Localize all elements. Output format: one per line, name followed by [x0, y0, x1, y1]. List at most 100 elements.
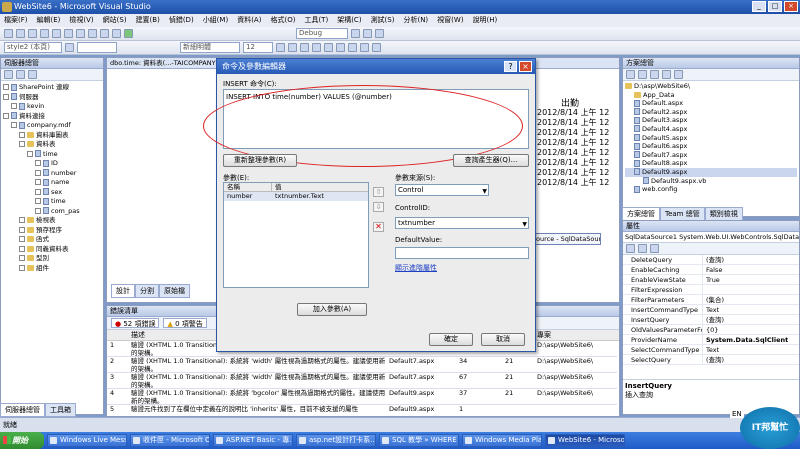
menu-item[interactable]: 視窗(W) [437, 14, 463, 27]
solution-node[interactable]: Default9.aspx [625, 167, 797, 177]
menu-item[interactable]: 格式(O) [270, 14, 295, 27]
tree-node[interactable]: 資料連接 [3, 112, 101, 122]
parameter-source-select[interactable]: Control ▼ [395, 184, 489, 196]
solution-node[interactable]: Default8.aspx [625, 159, 797, 168]
tab-design[interactable]: 設計 [111, 284, 135, 298]
property-row[interactable]: SelectQuery (查詢) [623, 355, 799, 365]
solution-node[interactable]: Default6.aspx [625, 142, 797, 151]
solution-node[interactable]: App_Data [625, 91, 797, 100]
solution-node[interactable]: Default4.aspx [625, 125, 797, 134]
solution-node[interactable]: Default5.aspx [625, 134, 797, 143]
tree-node[interactable]: 伺服器 [3, 93, 101, 103]
target-rule-icon[interactable] [65, 43, 74, 52]
tree-node[interactable]: 預存程序 [3, 226, 101, 236]
move-down-button[interactable]: ⇩ [373, 202, 384, 212]
property-value[interactable]: System.Data.SqlClient [703, 335, 788, 344]
tab-server-explorer[interactable]: 伺服器總管 [0, 403, 45, 417]
connect-database-icon[interactable] [16, 70, 25, 79]
solution-node[interactable]: Default3.aspx [625, 116, 797, 125]
taskbar-item[interactable]: asp.net設計打卡系... [296, 434, 376, 447]
errors-filter[interactable]: ● 52 項錯誤 [111, 318, 160, 328]
tree-node[interactable]: 檢視表 [3, 216, 101, 226]
property-value[interactable]: (查詢) [703, 255, 724, 264]
solution-node[interactable]: web.config [625, 185, 797, 194]
new-project-icon[interactable] [4, 29, 13, 38]
minimize-button[interactable]: _ [752, 1, 766, 12]
expand-icon[interactable] [35, 179, 41, 185]
cut-icon[interactable] [64, 29, 73, 38]
refresh-parameters-button[interactable]: 重新整理參數(R) [223, 154, 297, 167]
view-code-icon[interactable] [662, 70, 671, 79]
tree-node[interactable]: time [3, 150, 101, 160]
add-parameter-button[interactable]: 加入參數(A) [297, 303, 367, 316]
menu-item[interactable]: 檔案(F) [4, 14, 28, 27]
align-center-icon[interactable] [336, 43, 345, 52]
expand-icon[interactable] [19, 217, 25, 223]
property-value[interactable]: (查詢) [703, 315, 724, 324]
expand-icon[interactable] [27, 150, 33, 157]
tree-node[interactable]: 同義資料表 [3, 245, 101, 255]
block-format-select[interactable] [77, 42, 117, 53]
property-row[interactable]: DeleteQuery (查詢) [623, 255, 799, 265]
language-indicator[interactable]: EN [730, 410, 744, 418]
font-color-icon[interactable] [312, 43, 321, 52]
controlid-select[interactable]: txtnumber ▼ [395, 217, 529, 229]
datasource-smart-tag[interactable]: ource - SqlDataSource1 [533, 233, 601, 245]
tree-node[interactable]: 資料表 [3, 140, 101, 150]
menu-item[interactable]: 架構(C) [337, 14, 361, 27]
property-row[interactable]: FilterExpression [623, 285, 799, 295]
tab-source[interactable]: 原始檔 [159, 284, 190, 298]
parameter-row[interactable]: number txtnumber.Text [224, 192, 368, 201]
properties-icon[interactable] [626, 70, 635, 79]
property-row[interactable]: EnableCaching False [623, 265, 799, 275]
taskbar-item[interactable]: Windows Media Player [462, 434, 542, 447]
error-row[interactable]: 2 驗證 (XHTML 1.0 Transitional): 系統將 'width… [107, 357, 617, 373]
categorized-icon[interactable] [626, 244, 635, 253]
solution-node[interactable]: Default.aspx [625, 99, 797, 108]
menu-item[interactable]: 資料(A) [237, 14, 261, 27]
property-value[interactable]: True [703, 275, 720, 284]
warnings-filter[interactable]: ▲ 0 項警告 [163, 318, 207, 328]
taskbar-item[interactable]: Windows Live Messe... [47, 434, 127, 447]
property-value[interactable]: (集合) [703, 295, 724, 304]
find-icon[interactable] [351, 29, 360, 38]
numbering-icon[interactable] [372, 43, 381, 52]
copy-icon[interactable] [76, 29, 85, 38]
menu-item[interactable]: 分析(N) [403, 14, 428, 27]
tree-node[interactable]: company.mdf [3, 121, 101, 131]
tab-split[interactable]: 分割 [135, 284, 159, 298]
taskbar-item[interactable]: 收件匣 - Microsoft O... [130, 434, 210, 447]
font-size-select[interactable]: 12 [243, 42, 273, 53]
property-value[interactable]: (查詢) [703, 355, 724, 364]
font-select[interactable]: 新細明體 [180, 42, 240, 53]
taskbar-item[interactable]: ASP.NET Basic - 專... [213, 434, 293, 447]
properties-icon[interactable] [363, 29, 372, 38]
menu-item[interactable]: 說明(H) [473, 14, 498, 27]
error-row[interactable]: 3 驗證 (XHTML 1.0 Transitional): 系統將 'width… [107, 373, 617, 389]
expand-icon[interactable] [19, 226, 25, 233]
underline-icon[interactable] [300, 43, 309, 52]
delete-parameter-button[interactable]: ✕ [373, 222, 384, 232]
start-button[interactable]: 開始 [0, 432, 44, 449]
menu-item[interactable]: 建置(B) [136, 14, 160, 27]
tree-node[interactable]: kevin [3, 102, 101, 112]
expand-icon[interactable] [35, 160, 41, 166]
toolbox-icon[interactable] [375, 29, 384, 38]
connect-server-icon[interactable] [28, 70, 37, 79]
paste-icon[interactable] [88, 29, 97, 38]
expand-icon[interactable] [11, 122, 17, 128]
property-row[interactable]: EnableViewState True [623, 275, 799, 285]
expand-icon[interactable] [19, 245, 25, 252]
expand-icon[interactable] [19, 141, 25, 147]
menu-item[interactable]: 偵錯(D) [169, 14, 194, 27]
bullets-icon[interactable] [360, 43, 369, 52]
property-row[interactable]: OldValuesParameterFormat{0} [623, 325, 799, 335]
nest-files-icon[interactable] [650, 70, 659, 79]
config-select[interactable]: Debug [296, 28, 348, 39]
tree-node[interactable]: number [3, 169, 101, 179]
property-value[interactable] [703, 285, 706, 294]
expand-icon[interactable] [35, 169, 41, 176]
tree-node[interactable]: com_pas [3, 207, 101, 217]
menu-item[interactable]: 編輯(E) [37, 14, 61, 27]
query-builder-button[interactable]: 查詢產生器(Q)... [453, 154, 529, 167]
